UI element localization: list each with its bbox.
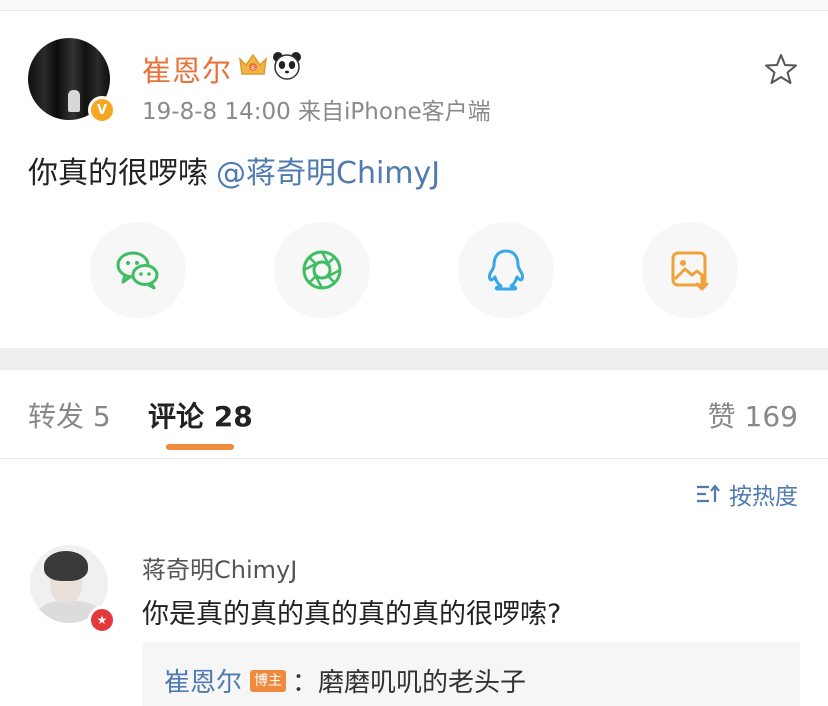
sort-label: 按热度 [729,484,798,510]
tab-likes[interactable]: 赞 169 [708,395,798,435]
favorite-star-icon[interactable] [764,52,798,86]
top-divider [0,0,828,11]
host-tag-badge: 博主 [250,669,287,692]
share-moments-button[interactable] [274,222,370,318]
commenter-name[interactable]: 蒋奇明ChimyJ [142,550,297,585]
sort-by-hot-button[interactable]: 按热度 [695,477,798,511]
active-tab-indicator [166,444,234,450]
vip-crown-icon[interactable]: 6 [237,50,269,78]
svg-text:6: 6 [251,65,255,72]
verified-badge-icon: V [88,96,116,124]
post-content: 你真的很啰嗦 @蒋奇明ChimyJ [28,148,440,192]
mention-link[interactable]: @蒋奇明ChimyJ [216,156,440,191]
qq-icon [488,249,524,291]
reply-text: ：磨磨叽叽的老头子 [292,668,527,698]
comment-text: 你是真的真的真的真的真的很啰嗦? [142,599,562,630]
share-qq-button[interactable] [458,222,554,318]
tab-reposts[interactable]: 转发 5 [28,395,111,435]
post-text: 你真的很啰嗦 [28,156,208,191]
wechat-icon [116,251,159,290]
section-divider [0,348,828,370]
moments-icon [302,250,342,290]
reply-author[interactable]: 崔恩尔 [164,662,242,699]
tab-comments[interactable]: 评论 28 [148,395,253,435]
tab-divider [0,458,828,459]
save-image-icon [671,251,709,291]
sort-icon [697,484,720,503]
author-name[interactable]: 崔恩尔 [142,48,232,90]
reply-box[interactable]: 崔恩尔 博主 ：磨磨叽叽的老头子 [142,642,800,706]
share-wechat-button[interactable] [90,222,186,318]
member-badge-icon: ★ [88,606,116,634]
post-meta: 19-8-8 14:00 来自iPhone客户端 [142,99,491,125]
panda-icon[interactable] [271,50,303,80]
save-image-button[interactable] [642,222,738,318]
